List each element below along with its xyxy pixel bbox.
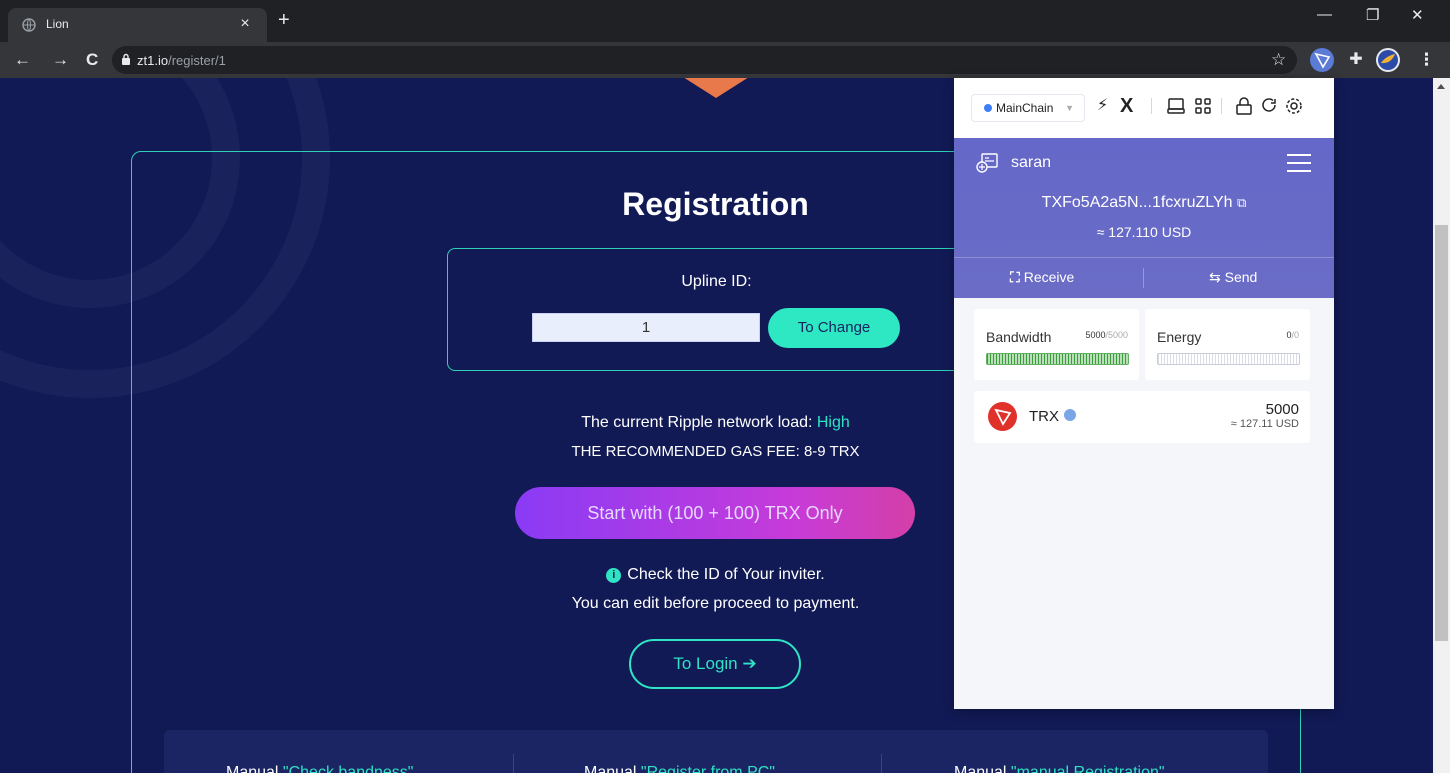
browser-menu-icon[interactable]: ⋮ <box>1418 50 1435 70</box>
wallet-toolbar: MainChain ▼ ⚡︎ X <box>954 78 1334 138</box>
tronlink-extension-icon[interactable] <box>1310 48 1334 72</box>
lock-icon <box>122 53 130 65</box>
site-logo <box>672 78 760 98</box>
url-text: zt1.io/register/1 <box>137 53 226 68</box>
info-icon: i <box>606 568 622 583</box>
energy-value: 0/0 <box>1286 330 1299 340</box>
scan-icon: ⛶ <box>1010 269 1020 285</box>
manual-link[interactable]: Manual "manual Registration" <box>954 764 1165 773</box>
hamburger-menu-icon[interactable] <box>1287 154 1311 172</box>
flash-swap-icon[interactable]: ⚡︎ <box>1097 96 1108 116</box>
energy-bar <box>1157 353 1300 365</box>
upline-id-input[interactable]: 1 <box>532 313 760 342</box>
energy-card: Energy 0/0 <box>1145 309 1310 380</box>
x-dapp-icon[interactable]: X <box>1120 96 1133 116</box>
verified-icon <box>1064 409 1076 421</box>
copy-icon[interactable]: ⧉ <box>1237 195 1246 210</box>
bandwidth-bar <box>986 353 1129 365</box>
reload-icon[interactable]: C <box>86 50 98 70</box>
account-add-icon[interactable] <box>976 153 998 173</box>
upline-box: Upline ID: 1 To Change <box>447 248 987 371</box>
manual-link[interactable]: Manual "Check bandness" <box>226 764 413 773</box>
energy-label: Energy <box>1157 329 1202 345</box>
divider <box>881 754 882 773</box>
trx-logo-icon <box>988 402 1017 431</box>
transfer-arrows-icon: ⇆ <box>1209 269 1221 285</box>
close-tab-icon[interactable]: × <box>236 15 254 33</box>
wallet-body: Bandwidth 5000/5000 Energy 0/0 TRX 5000 … <box>954 298 1334 709</box>
receive-button[interactable]: ⛶ Receive <box>1010 269 1074 286</box>
bandwidth-value: 5000/5000 <box>1085 330 1128 340</box>
globe-icon <box>22 18 36 32</box>
gear-icon[interactable] <box>1285 97 1303 115</box>
scroll-up-arrow-icon[interactable] <box>1437 84 1445 89</box>
refresh-icon[interactable] <box>1260 97 1278 115</box>
bookmark-star-icon[interactable]: ☆ <box>1271 50 1286 70</box>
bandwidth-label: Bandwidth <box>986 329 1052 345</box>
chain-selector[interactable]: MainChain ▼ <box>971 94 1085 122</box>
profile-avatar[interactable] <box>1376 48 1400 72</box>
token-amount: 5000 <box>1265 401 1299 418</box>
to-change-button[interactable]: To Change <box>768 308 900 348</box>
ledger-icon[interactable] <box>1167 97 1185 115</box>
arrow-right-icon: ➔ <box>742 654 757 673</box>
minimize-button[interactable]: — <box>1317 6 1332 23</box>
wallet-address[interactable]: TXFo5A2a5N...1fcxruZLYh ⧉ <box>954 194 1334 212</box>
tab-strip: Lion × + — ❐ ✕ <box>0 0 1450 42</box>
divider <box>1151 98 1152 114</box>
account-name: saran <box>1011 154 1052 171</box>
upline-label: Upline ID: <box>681 273 752 290</box>
chevron-down-icon: ▼ <box>1065 103 1074 113</box>
address-bar[interactable]: zt1.io/register/1 ☆ <box>112 46 1297 74</box>
divider <box>1143 268 1144 288</box>
chain-status-dot <box>984 104 992 112</box>
lock-icon[interactable] <box>1235 97 1253 115</box>
to-login-button[interactable]: To Login ➔ <box>629 639 801 689</box>
tab-title: Lion <box>46 17 69 31</box>
divider <box>954 257 1334 258</box>
wallet-popup: MainChain ▼ ⚡︎ X saran TXFo5A2a5N...1fcxr… <box>954 78 1334 709</box>
token-usd-value: ≈ 127.11 USD <box>1230 418 1299 430</box>
extensions-puzzle-icon[interactable]: ✚ <box>1344 48 1368 72</box>
manual-link[interactable]: Manual "Register from PC" <box>584 764 775 773</box>
manuals-strip: Manual "Check bandness" Manual "Register… <box>164 730 1268 773</box>
network-load-value: High <box>816 414 850 431</box>
browser-tab[interactable]: Lion × <box>8 8 267 42</box>
apps-grid-icon[interactable] <box>1194 97 1212 115</box>
token-name: TRX <box>1029 408 1076 425</box>
bandwidth-card: Bandwidth 5000/5000 <box>974 309 1139 380</box>
start-button[interactable]: Start with (100 + 100) TRX Only <box>515 487 915 539</box>
close-window-button[interactable]: ✕ <box>1411 6 1424 24</box>
back-arrow-icon[interactable]: ← <box>14 50 31 70</box>
restore-button[interactable]: ❐ <box>1366 6 1379 24</box>
divider <box>513 754 514 773</box>
toolbar: ← → C zt1.io/register/1 ☆ ✚ ⋮ <box>0 42 1450 78</box>
wallet-header: saran TXFo5A2a5N...1fcxruZLYh ⧉ ≈ 127.11… <box>954 138 1334 298</box>
token-row[interactable]: TRX 5000 ≈ 127.11 USD <box>974 391 1310 443</box>
usd-balance: ≈ 127.110 USD <box>1096 224 1192 240</box>
forward-arrow-icon[interactable]: → <box>52 50 69 70</box>
divider <box>1221 98 1222 114</box>
send-button[interactable]: ⇆ Send <box>1209 269 1257 286</box>
new-tab-button[interactable]: + <box>278 10 290 30</box>
scrollbar-thumb[interactable] <box>1435 225 1448 641</box>
